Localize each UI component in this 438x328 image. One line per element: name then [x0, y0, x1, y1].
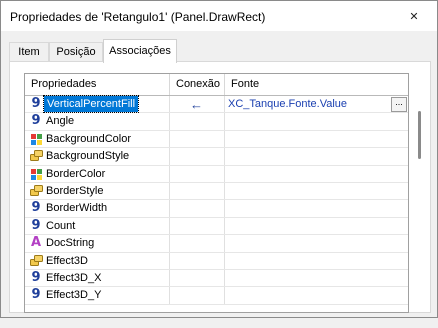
- close-icon: ✕: [409, 10, 419, 23]
- connection-cell[interactable]: [170, 235, 225, 252]
- associations-panel: Propriedades Conexão Fonte 9 VerticalPerc…: [9, 61, 431, 313]
- property-name: BorderColor: [46, 167, 106, 180]
- connection-cell[interactable]: [170, 182, 225, 200]
- enum-icon: [30, 254, 43, 267]
- property-name-cell[interactable]: 9 Effect3D_Y: [25, 287, 170, 304]
- property-name-cell[interactable]: BorderStyle: [25, 182, 170, 200]
- connection-cell[interactable]: [170, 130, 225, 148]
- property-name-cell[interactable]: 9 Angle: [25, 113, 170, 130]
- property-name-cell[interactable]: Effect3D: [25, 252, 170, 269]
- connection-cell[interactable]: [170, 200, 225, 217]
- column-header-fonte[interactable]: Fonte: [225, 74, 408, 95]
- property-name-cell[interactable]: BackgroundColor: [25, 130, 170, 148]
- grid-header: Propriedades Conexão Fonte: [25, 74, 408, 96]
- column-header-label: Fonte: [231, 78, 260, 90]
- browse-button[interactable]: ...: [391, 97, 407, 112]
- tab-posicao[interactable]: Posição: [49, 42, 103, 62]
- title-bar: Propriedades de 'Retangulo1' (Panel.Draw…: [1, 1, 437, 31]
- property-row[interactable]: 9 BorderWidth: [25, 200, 408, 218]
- color-icon: [31, 133, 42, 145]
- fonte-cell[interactable]: [225, 270, 408, 286]
- grid-scrollbar[interactable]: [409, 109, 421, 328]
- property-row[interactable]: BackgroundStyle: [25, 148, 408, 166]
- property-name-cell[interactable]: 9 Effect3D_X: [25, 269, 170, 287]
- tab-associacoes-label: Associações: [109, 45, 171, 57]
- fonte-cell[interactable]: [225, 183, 408, 199]
- property-name: BackgroundColor: [46, 132, 131, 145]
- tab-item-label: Item: [18, 46, 40, 58]
- connection-cell[interactable]: [170, 287, 225, 304]
- string-icon: A: [30, 235, 42, 251]
- property-name: BorderWidth: [46, 202, 108, 215]
- tab-associacoes[interactable]: Associações: [103, 39, 177, 63]
- color-icon: [31, 168, 42, 180]
- fonte-cell[interactable]: [225, 113, 408, 129]
- number-icon: 9: [31, 269, 41, 285]
- property-row[interactable]: 9 VerticalPercentFill ← XC_Tanque.Fonte.Val…: [25, 95, 408, 114]
- connection-cell[interactable]: [170, 217, 225, 235]
- property-name: BackgroundStyle: [46, 150, 130, 163]
- property-row[interactable]: Effect3D: [25, 252, 408, 270]
- property-row[interactable]: 9 Angle: [25, 113, 408, 131]
- enum-icon: [30, 150, 43, 162]
- tab-posicao-label: Posição: [56, 46, 96, 58]
- property-name: DocString: [46, 237, 95, 250]
- property-name-cell[interactable]: 9 VerticalPercentFill: [25, 95, 170, 113]
- fonte-cell[interactable]: [225, 287, 408, 303]
- number-icon: 9: [31, 96, 41, 111]
- fonte-value[interactable]: XC_Tanque.Fonte.Value: [228, 96, 347, 112]
- column-header-label: Propriedades: [31, 78, 97, 90]
- property-row[interactable]: 9 Effect3D_X: [25, 269, 408, 288]
- connection-cell[interactable]: ←: [170, 96, 225, 113]
- property-name-cell[interactable]: A DocString: [25, 235, 170, 252]
- property-row[interactable]: 9 Effect3D_Y: [25, 287, 408, 305]
- property-name-cell[interactable]: 9 Count: [25, 217, 170, 235]
- property-name: VerticalPercentFill: [42, 95, 140, 113]
- column-header-conexao[interactable]: Conexão: [170, 74, 225, 95]
- property-name: Angle: [46, 115, 75, 128]
- column-header-label: Conexão: [176, 78, 221, 90]
- property-name: Effect3D: [46, 254, 88, 267]
- window-title: Propriedades de 'Retangulo1' (Panel.Draw…: [10, 10, 266, 24]
- property-name-cell[interactable]: BorderColor: [25, 165, 170, 182]
- fonte-cell[interactable]: XC_Tanque.Fonte.Value...: [225, 96, 408, 112]
- connection-cell[interactable]: [170, 148, 225, 165]
- fonte-cell[interactable]: [225, 131, 408, 147]
- number-icon: 9: [31, 200, 41, 216]
- fonte-cell[interactable]: [225, 218, 408, 234]
- grid-rows: 9 VerticalPercentFill ← XC_Tanque.Fonte.Val…: [25, 95, 408, 305]
- connection-cell[interactable]: [170, 165, 225, 182]
- property-row[interactable]: BackgroundColor: [25, 130, 408, 149]
- left-arrow-icon: ←: [190, 97, 203, 112]
- connection-cell[interactable]: [170, 269, 225, 287]
- properties-dialog: Propriedades de 'Retangulo1' (Panel.Draw…: [0, 0, 438, 318]
- property-name: Effect3D_X: [46, 271, 102, 284]
- enum-icon: [30, 184, 43, 197]
- number-icon: 9: [31, 217, 41, 233]
- connection-cell[interactable]: [170, 252, 225, 269]
- fonte-cell[interactable]: [225, 235, 408, 251]
- close-button[interactable]: ✕: [391, 1, 437, 31]
- property-name-cell[interactable]: 9 BorderWidth: [25, 200, 170, 217]
- property-row[interactable]: BorderColor: [25, 165, 408, 183]
- fonte-cell[interactable]: [225, 253, 408, 269]
- connection-cell[interactable]: [170, 113, 225, 130]
- fonte-cell[interactable]: [225, 148, 408, 164]
- number-icon: 9: [31, 113, 41, 129]
- fonte-cell[interactable]: [225, 200, 408, 216]
- properties-grid: Propriedades Conexão Fonte 9 VerticalPerc…: [24, 73, 409, 313]
- property-row[interactable]: BorderStyle: [25, 182, 408, 201]
- column-header-propriedades[interactable]: Propriedades: [25, 74, 170, 95]
- property-name: BorderStyle: [46, 184, 104, 197]
- fonte-cell[interactable]: [225, 166, 408, 182]
- property-name: Effect3D_Y: [46, 289, 102, 302]
- property-name: Count: [46, 219, 76, 232]
- property-row[interactable]: 9 Count: [25, 217, 408, 236]
- property-name-cell[interactable]: BackgroundStyle: [25, 148, 170, 165]
- tab-item[interactable]: Item: [9, 42, 49, 62]
- number-icon: 9: [31, 287, 41, 303]
- property-row[interactable]: A DocString: [25, 235, 408, 253]
- scroll-thumb[interactable]: [418, 111, 421, 159]
